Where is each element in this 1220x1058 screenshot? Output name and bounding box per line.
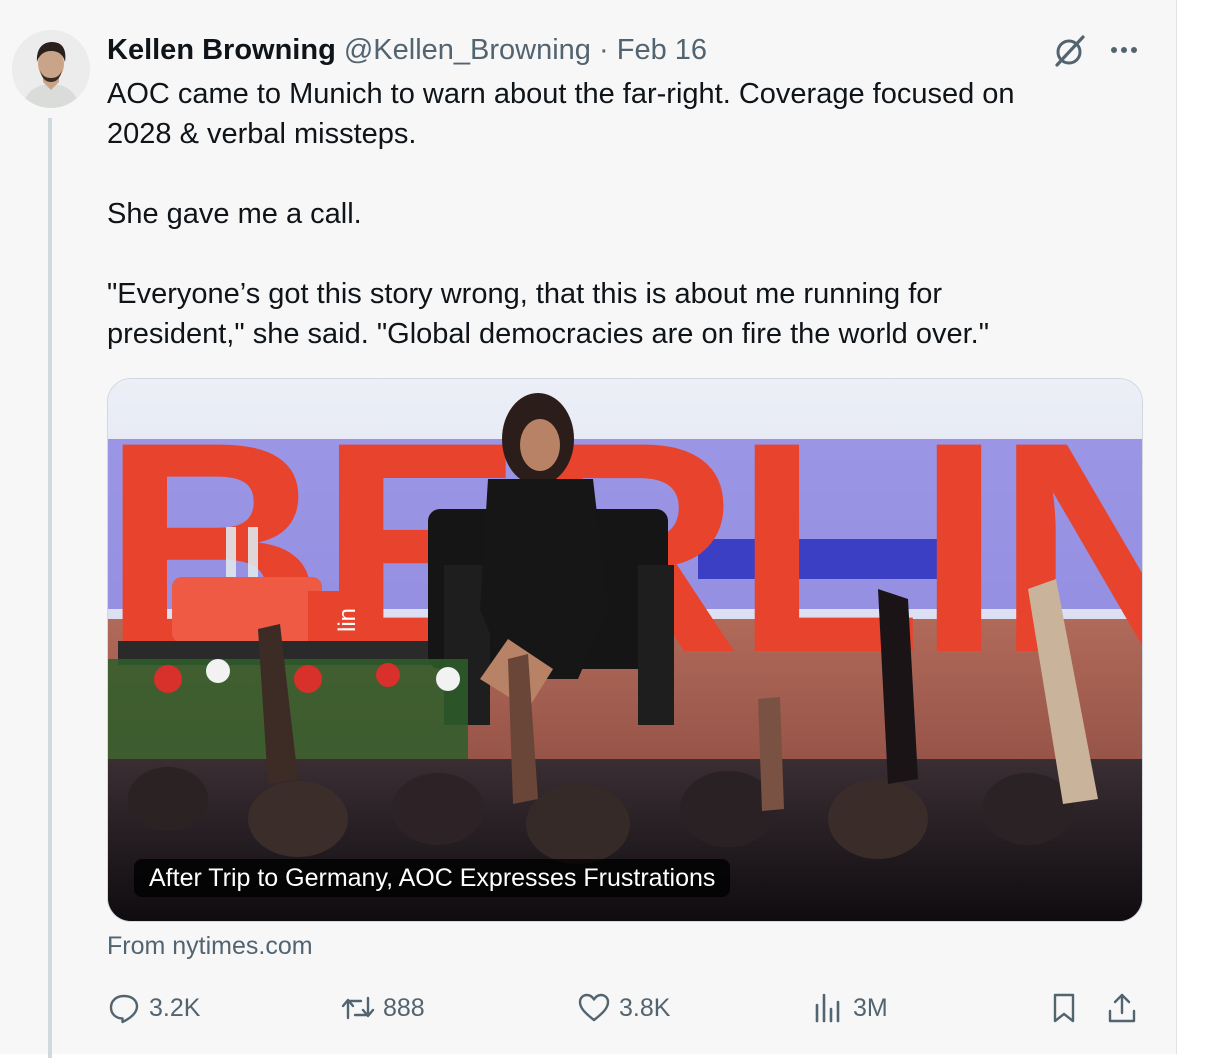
- author-handle[interactable]: @Kellen_Browning: [344, 34, 591, 66]
- article-image: BERLIN lin: [108, 379, 1142, 921]
- like-count: 3.8K: [619, 993, 671, 1022]
- reply-button[interactable]: 3.2K: [107, 986, 200, 1030]
- repost-icon: [341, 996, 375, 1020]
- views-button[interactable]: 3M: [811, 986, 888, 1030]
- like-button[interactable]: 3.8K: [577, 986, 670, 1030]
- podium-text: lin: [334, 608, 361, 632]
- tweet-card[interactable]: Kellen Browning @Kellen_Browning · Feb 1…: [0, 0, 1177, 1058]
- repost-count: 888: [383, 993, 425, 1022]
- tweet-date[interactable]: Feb 16: [617, 34, 707, 66]
- action-bar: 3.2K 888 3.8K 3M: [107, 986, 1141, 1030]
- avatar-image: [12, 30, 90, 108]
- views-icon: [815, 993, 840, 1023]
- reply-icon: [109, 994, 139, 1024]
- bookmark-button[interactable]: [1047, 986, 1089, 1030]
- grok-icon[interactable]: [1050, 32, 1088, 70]
- views-count: 3M: [853, 993, 888, 1022]
- reply-count: 3.2K: [149, 993, 201, 1022]
- share-icon: [1108, 993, 1136, 1023]
- tweet-text: AOC came to Munich to warn about the far…: [107, 78, 1015, 350]
- bookmark-icon: [1053, 993, 1075, 1023]
- separator-dot: ·: [599, 34, 609, 66]
- link-source[interactable]: From nytimes.com: [107, 928, 313, 964]
- article-headline[interactable]: After Trip to Germany, AOC Expresses Fru…: [134, 859, 731, 897]
- repost-button[interactable]: 888: [341, 986, 425, 1030]
- avatar[interactable]: [12, 30, 90, 108]
- like-icon: [578, 993, 610, 1022]
- share-button[interactable]: [1105, 986, 1147, 1030]
- more-icon[interactable]: [1108, 36, 1140, 64]
- link-card[interactable]: BERLIN lin: [107, 378, 1143, 922]
- tweet-header: Kellen Browning @Kellen_Browning · Feb 1…: [107, 30, 707, 70]
- thread-line: [48, 118, 52, 1058]
- author-name[interactable]: Kellen Browning: [107, 34, 336, 66]
